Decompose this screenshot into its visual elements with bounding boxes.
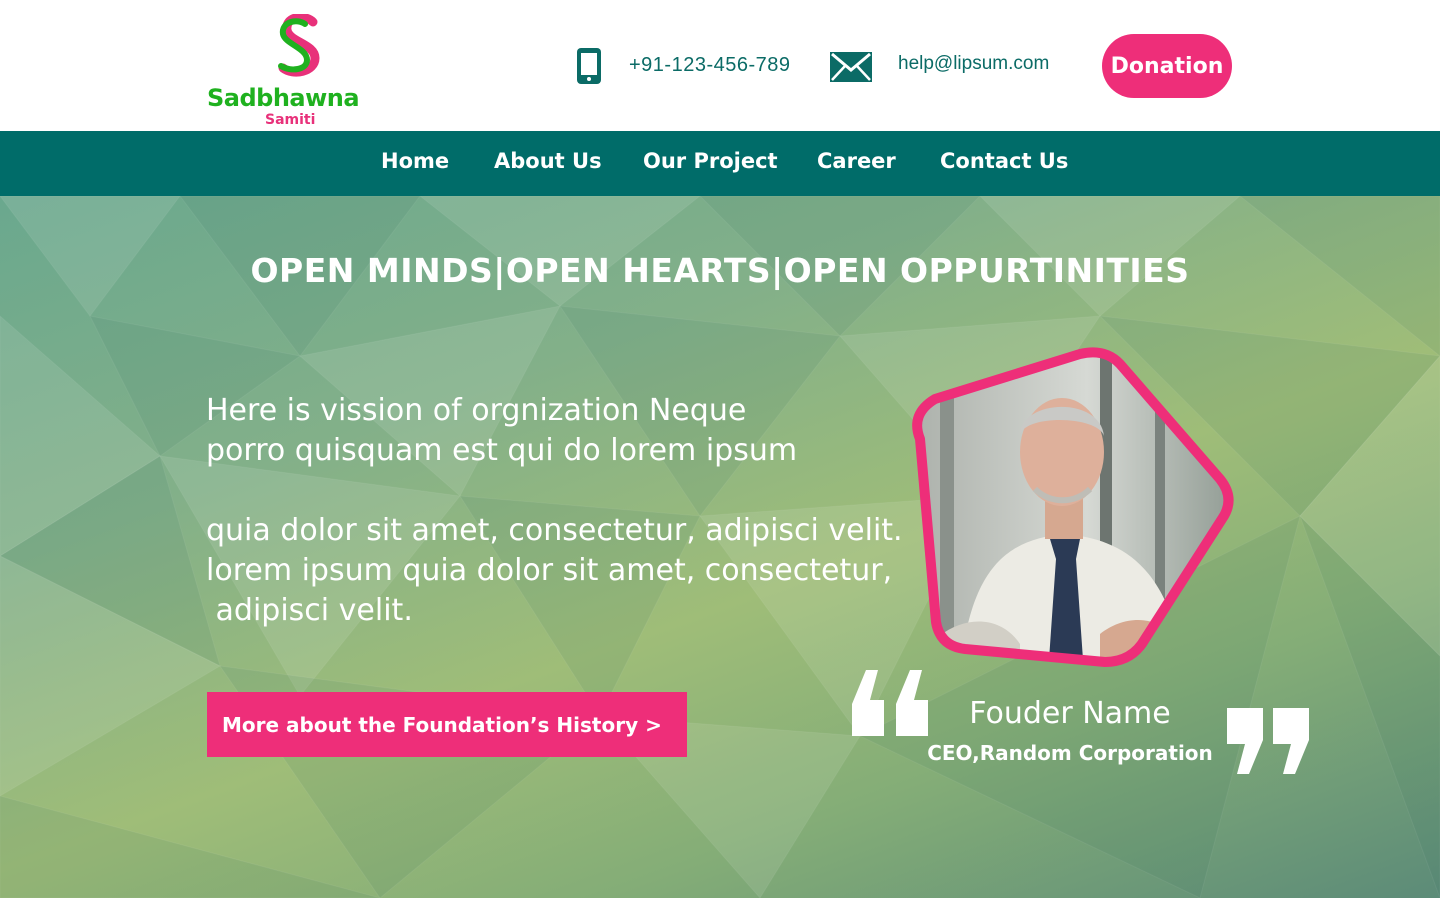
logo-mark-icon: [278, 14, 320, 77]
foundation-history-button[interactable]: More about the Foundation’s History >: [207, 692, 687, 757]
hero-tagline: OPEN MINDS|OPEN HEARTS|OPEN OPPURTINITIE…: [250, 251, 1190, 290]
founder-name: Fouder Name: [969, 696, 1171, 731]
vision-paragraph-1: Here is vission of orgnization Neque por…: [206, 393, 798, 468]
mobile-phone-icon: [577, 48, 601, 84]
founder-title: CEO,Random Corporation: [927, 741, 1213, 765]
founder-photo: [912, 347, 1234, 667]
phone-number[interactable]: +91-123-456-789: [629, 54, 791, 77]
donation-button[interactable]: Donation: [1102, 34, 1232, 98]
logo[interactable]: Sadbhawna Samiti: [207, 14, 392, 128]
close-quote-icon: [1227, 708, 1309, 774]
email-address[interactable]: help@lipsum.com: [898, 53, 1049, 75]
nav-item-about-us[interactable]: About Us: [494, 149, 602, 173]
nav-item-contact-us[interactable]: Contact Us: [940, 149, 1068, 173]
main-nav: Home About Us Our Project Career Contact…: [0, 131, 1440, 196]
nav-item-career[interactable]: Career: [817, 149, 896, 173]
brand-subtitle: Samiti: [265, 112, 316, 128]
brand-name: Sadbhawna: [207, 84, 360, 112]
nav-item-home[interactable]: Home: [381, 149, 449, 173]
envelope-icon: [830, 52, 872, 82]
nav-item-our-project[interactable]: Our Project: [643, 149, 778, 173]
site-header: Sadbhawna Samiti +91-123-456-789 help@li…: [0, 0, 1440, 131]
hero-section: OPEN MINDS|OPEN HEARTS|OPEN OPPURTINITIE…: [0, 196, 1440, 898]
vision-paragraph-2: quia dolor sit amet, consectetur, adipis…: [206, 513, 903, 628]
